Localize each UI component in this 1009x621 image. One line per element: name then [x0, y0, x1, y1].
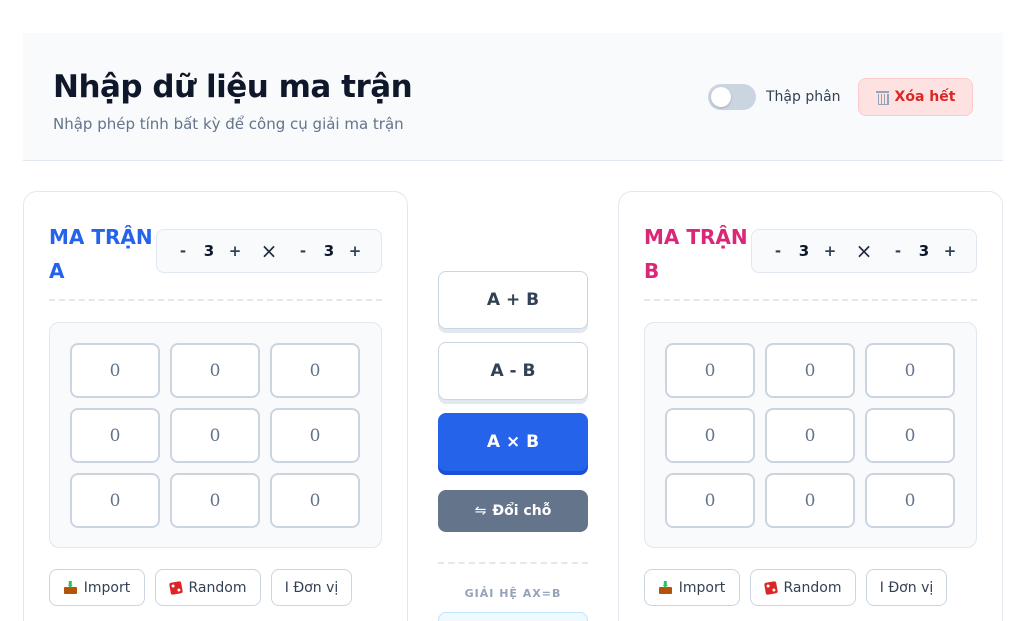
import-icon [63, 581, 77, 594]
import-icon [658, 581, 672, 594]
divider [49, 299, 382, 301]
times-icon: × [855, 239, 873, 263]
matrix-cell[interactable] [765, 343, 855, 398]
swap-button[interactable]: ⇋ Đổi chỗ [438, 490, 588, 532]
swap-icon: ⇋ [474, 503, 487, 519]
divider [438, 562, 588, 564]
clear-all-label: Xóa hết [894, 89, 956, 105]
random-button[interactable]: Random [750, 569, 856, 606]
identity-label: I Đơn vị [879, 579, 934, 596]
matrix-cell[interactable] [665, 343, 755, 398]
matrix-cell[interactable] [170, 343, 260, 398]
identity-label: I Đơn vị [284, 579, 339, 596]
matrix-a-title: MA TRẬN A [49, 225, 153, 283]
matrix-cell[interactable] [270, 408, 360, 463]
matrix-b-grid [644, 322, 977, 548]
swap-label: Đổi chỗ [492, 503, 552, 519]
page-subtitle: Nhập phép tính bất kỳ để công cụ giải ma… [53, 115, 404, 133]
matrix-a-actions: Import Random I Đơn vị [49, 569, 352, 606]
rows-decrease-button[interactable]: - [770, 242, 786, 260]
random-label: Random [783, 579, 842, 596]
rows-increase-button[interactable]: + [822, 242, 838, 260]
import-label: Import [678, 579, 726, 596]
matrix-cell[interactable] [765, 473, 855, 528]
matrix-cell[interactable] [270, 343, 360, 398]
matrix-a-panel: MA TRẬN A - 3 + × - 3 + Import Random [23, 191, 408, 621]
matrix-b-actions: Import Random I Đơn vị [644, 569, 947, 606]
rows-increase-button[interactable]: + [227, 242, 243, 260]
random-button[interactable]: Random [155, 569, 261, 606]
matrix-cell[interactable] [70, 408, 160, 463]
rows-value: 3 [203, 242, 215, 260]
import-button[interactable]: Import [49, 569, 145, 606]
dice-icon [763, 580, 778, 595]
cols-decrease-button[interactable]: - [295, 242, 311, 260]
matrix-b-dimensions: - 3 + × - 3 + [751, 229, 977, 273]
matrix-cell[interactable] [865, 408, 955, 463]
matrix-cell[interactable] [170, 408, 260, 463]
matrix-cell[interactable] [70, 473, 160, 528]
page-header: Nhập dữ liệu ma trận Nhập phép tính bất … [23, 33, 1003, 161]
add-button[interactable]: A + B [438, 271, 588, 329]
random-label: Random [188, 579, 247, 596]
trash-icon [875, 90, 889, 105]
dice-icon [168, 580, 183, 595]
times-icon: × [260, 239, 278, 263]
cols-value: 3 [323, 242, 335, 260]
identity-button[interactable]: I Đơn vị [866, 569, 947, 606]
decimal-toggle[interactable] [708, 84, 756, 110]
import-button[interactable]: Import [644, 569, 740, 606]
decimal-toggle-label: Thập phân [766, 89, 841, 105]
subtract-button[interactable]: A - B [438, 342, 588, 400]
matrix-a-grid [49, 322, 382, 548]
matrix-a-dimensions: - 3 + × - 3 + [156, 229, 382, 273]
clear-all-button[interactable]: Xóa hết [858, 78, 973, 116]
cols-value: 3 [918, 242, 930, 260]
cols-decrease-button[interactable]: - [890, 242, 906, 260]
matrix-cell[interactable] [765, 408, 855, 463]
rows-decrease-button[interactable]: - [175, 242, 191, 260]
cols-increase-button[interactable]: + [347, 242, 363, 260]
matrix-cell[interactable] [270, 473, 360, 528]
cols-increase-button[interactable]: + [942, 242, 958, 260]
matrix-cell[interactable] [665, 408, 755, 463]
toggle-knob [711, 87, 731, 107]
import-label: Import [83, 579, 131, 596]
matrix-cell[interactable] [865, 473, 955, 528]
identity-button[interactable]: I Đơn vị [271, 569, 352, 606]
solve-system-label: GIẢI HỆ AX=B [464, 587, 562, 600]
matrix-b-panel: MA TRẬN B - 3 + × - 3 + Import Random [618, 191, 1003, 621]
solve-system-button[interactable] [438, 612, 588, 621]
matrix-cell[interactable] [665, 473, 755, 528]
rows-value: 3 [798, 242, 810, 260]
divider [644, 299, 977, 301]
matrix-cell[interactable] [70, 343, 160, 398]
matrix-cell[interactable] [865, 343, 955, 398]
multiply-button[interactable]: A × B [438, 413, 588, 471]
matrix-cell[interactable] [170, 473, 260, 528]
matrix-b-title: MA TRẬN B [644, 225, 748, 283]
page-title: Nhập dữ liệu ma trận [53, 69, 413, 105]
